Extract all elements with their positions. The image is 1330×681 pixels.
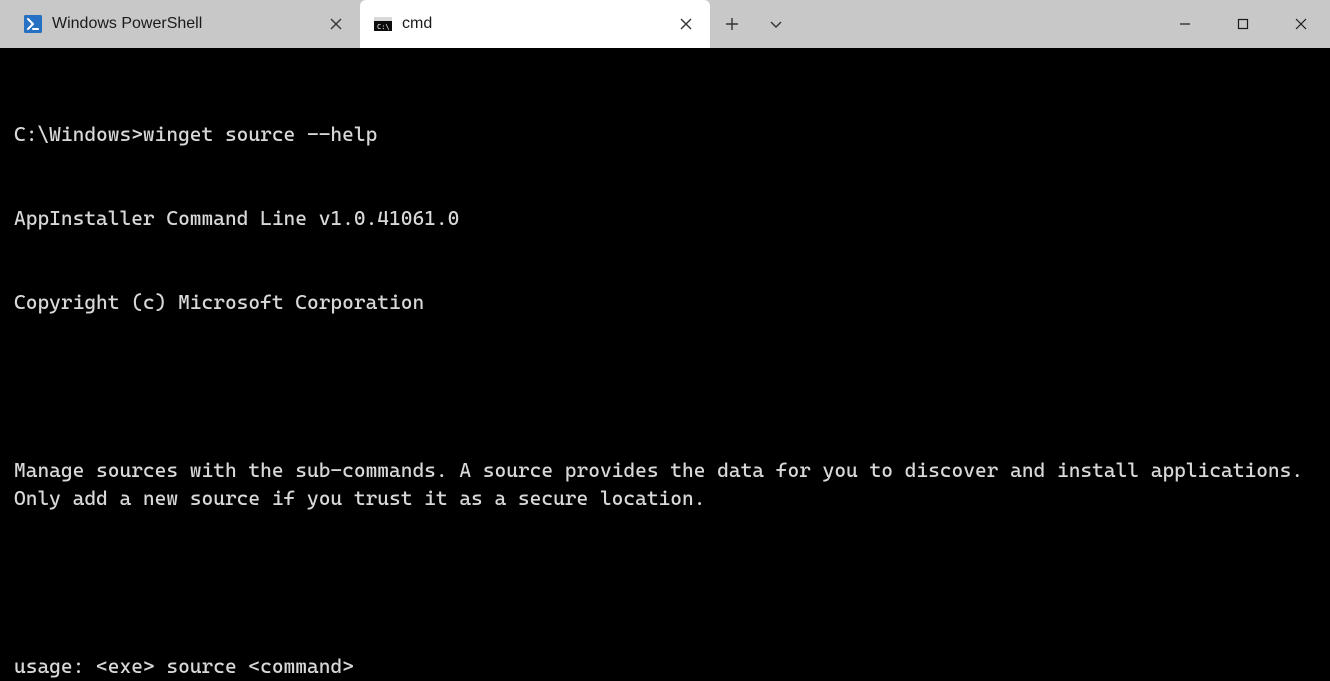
- output-line: Manage sources with the sub-commands. A …: [14, 456, 1316, 512]
- tab-close-button[interactable]: [326, 14, 346, 34]
- tab-close-button[interactable]: [676, 14, 696, 34]
- tab-title: Windows PowerShell: [52, 15, 316, 33]
- blank-line: [14, 568, 1316, 596]
- close-window-button[interactable]: [1272, 0, 1330, 48]
- prompt-line: C:\Windows>winget source --help: [14, 120, 1316, 148]
- svg-text:C:\: C:\: [377, 23, 390, 31]
- tab-cmd[interactable]: C:\ cmd: [360, 0, 710, 48]
- new-tab-button[interactable]: [710, 0, 754, 48]
- tab-powershell[interactable]: Windows PowerShell: [10, 0, 360, 48]
- cmd-icon: C:\: [374, 15, 392, 33]
- prompt-path: C:\Windows>: [14, 122, 143, 146]
- tab-title: cmd: [402, 15, 666, 33]
- output-line: AppInstaller Command Line v1.0.41061.0: [14, 204, 1316, 232]
- titlebar: Windows PowerShell C:\ cmd: [0, 0, 1330, 48]
- output-line: usage: <exe> source <command>: [14, 652, 1316, 680]
- powershell-icon: [24, 15, 42, 33]
- minimize-button[interactable]: [1156, 0, 1214, 48]
- maximize-button[interactable]: [1214, 0, 1272, 48]
- prompt-command: winget source --help: [143, 122, 377, 146]
- window-controls: [1156, 0, 1330, 48]
- blank-line: [14, 372, 1316, 400]
- titlebar-drag-region[interactable]: [798, 0, 1156, 48]
- tab-dropdown-button[interactable]: [754, 0, 798, 48]
- output-line: Copyright (c) Microsoft Corporation: [14, 288, 1316, 316]
- terminal-pane[interactable]: C:\Windows>winget source --help AppInsta…: [0, 48, 1330, 681]
